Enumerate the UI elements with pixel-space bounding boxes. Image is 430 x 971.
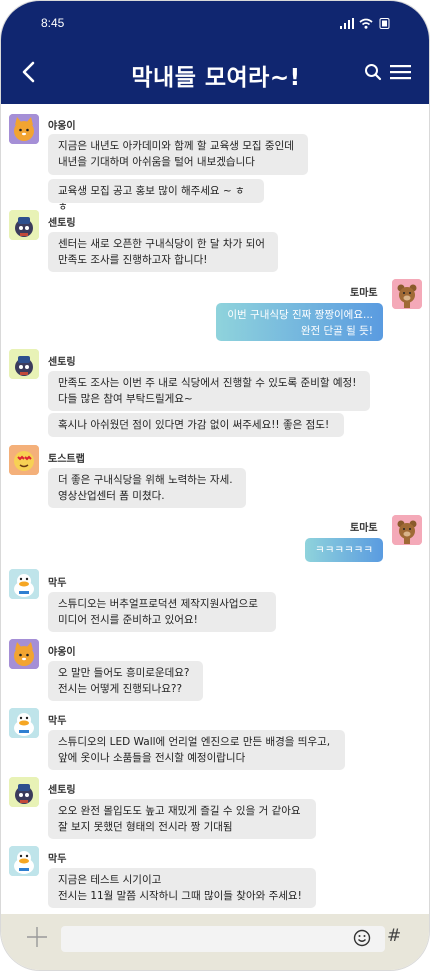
bear-avatar[interactable] [392,515,422,545]
sender-name: 토스트랩 [48,454,85,465]
status-icons [340,18,391,29]
duck-avatar[interactable] [9,846,39,876]
sender-name: 토마토 [350,288,378,299]
message-bubble-mine[interactable]: 이번 구내식당 진짜 짱짱이에요... 완전 단골 될 듯! [216,303,383,341]
chat-header: 8:45 막내들 모여라~! [1,1,429,104]
message-input[interactable] [61,926,385,952]
sender-name: 센토링 [48,218,76,229]
message-bubble[interactable]: 더 좋은 구내식당을 위해 노력하는 자세. 영상산업센터 폼 미쳤다. [48,468,246,508]
sender-name: 센토링 [48,785,76,796]
message-bubble-mine[interactable]: ㅋㅋㅋㅋㅋㅋ [305,538,383,562]
cat-avatar[interactable] [9,639,39,669]
message-bubble[interactable]: 오 말만 들어도 흥미로운데요? 전시는 어떻게 진행되나요?? [48,661,203,701]
sender-name: 야옹이 [48,647,76,658]
sentoring-avatar[interactable] [9,210,39,240]
search-icon[interactable] [364,63,382,81]
sender-name: 막두 [48,716,67,727]
message-composer: # [1,914,429,970]
signal-icon [340,18,354,29]
status-time: 8:45 [41,16,65,30]
phone-frame: 8:45 막내들 모여라~! 야옹이 지금은 내년도 아카데미와 함께 할 교육… [0,0,430,971]
sentoring-avatar[interactable] [9,777,39,807]
message-bubble[interactable]: 스튜디오의 LED Wall에 언리얼 엔진으로 만든 배경을 띄우고, 앞에 … [48,730,345,770]
message-bubble[interactable]: 혹시나 아쉬웠던 점이 있다면 가감 없이 써주세요!! 좋은 점도! [48,413,344,437]
sender-name: 토마토 [350,523,378,534]
menu-icon[interactable] [390,64,412,80]
chat-area[interactable]: 야옹이 지금은 내년도 아카데미와 함께 할 교육생 모집 중인데 내년을 기대… [1,104,429,914]
message-bubble[interactable]: 스튜디오는 버추얼프로덕션 제작지원사업으로 미디어 전시를 준비하고 있어요! [48,592,276,632]
battery-icon [379,18,390,29]
sentoring-avatar[interactable] [9,349,39,379]
toast-avatar[interactable] [9,445,39,475]
bear-avatar[interactable] [392,279,422,309]
duck-avatar[interactable] [9,708,39,738]
plus-icon[interactable] [26,926,48,948]
sender-name: 막두 [48,854,67,865]
message-bubble[interactable]: 만족도 조사는 이번 주 내로 식당에서 진행할 수 있도록 준비할 예정! 다… [48,371,370,411]
message-bubble[interactable]: 지금은 테스트 시기이고 전시는 11월 말쯤 시작하니 그때 많이들 찾아와 … [48,868,316,908]
duck-avatar[interactable] [9,569,39,599]
cat-avatar[interactable] [9,114,39,144]
message-bubble[interactable]: 교육생 모집 공고 홍보 많이 해주세요 ~ ㅎㅎ [48,179,264,213]
sender-name: 막두 [48,578,67,589]
sender-name: 야옹이 [48,121,76,132]
message-bubble[interactable]: 오오 완전 몰입도도 높고 재밌게 즐길 수 있을 거 같아요 잘 보지 못했던… [48,799,316,839]
message-bubble[interactable]: 지금은 내년도 아카데미와 함께 할 교육생 모집 중인데 내년을 기대하며 아… [48,134,308,175]
hash-icon[interactable]: # [387,926,401,946]
sender-name: 센토링 [48,357,76,368]
message-bubble[interactable]: 센터는 새로 오픈한 구내식당이 한 달 차가 되어 만족도 조사를 진행하고자… [48,232,278,272]
wifi-icon [359,18,373,29]
emoji-icon[interactable] [353,929,371,947]
